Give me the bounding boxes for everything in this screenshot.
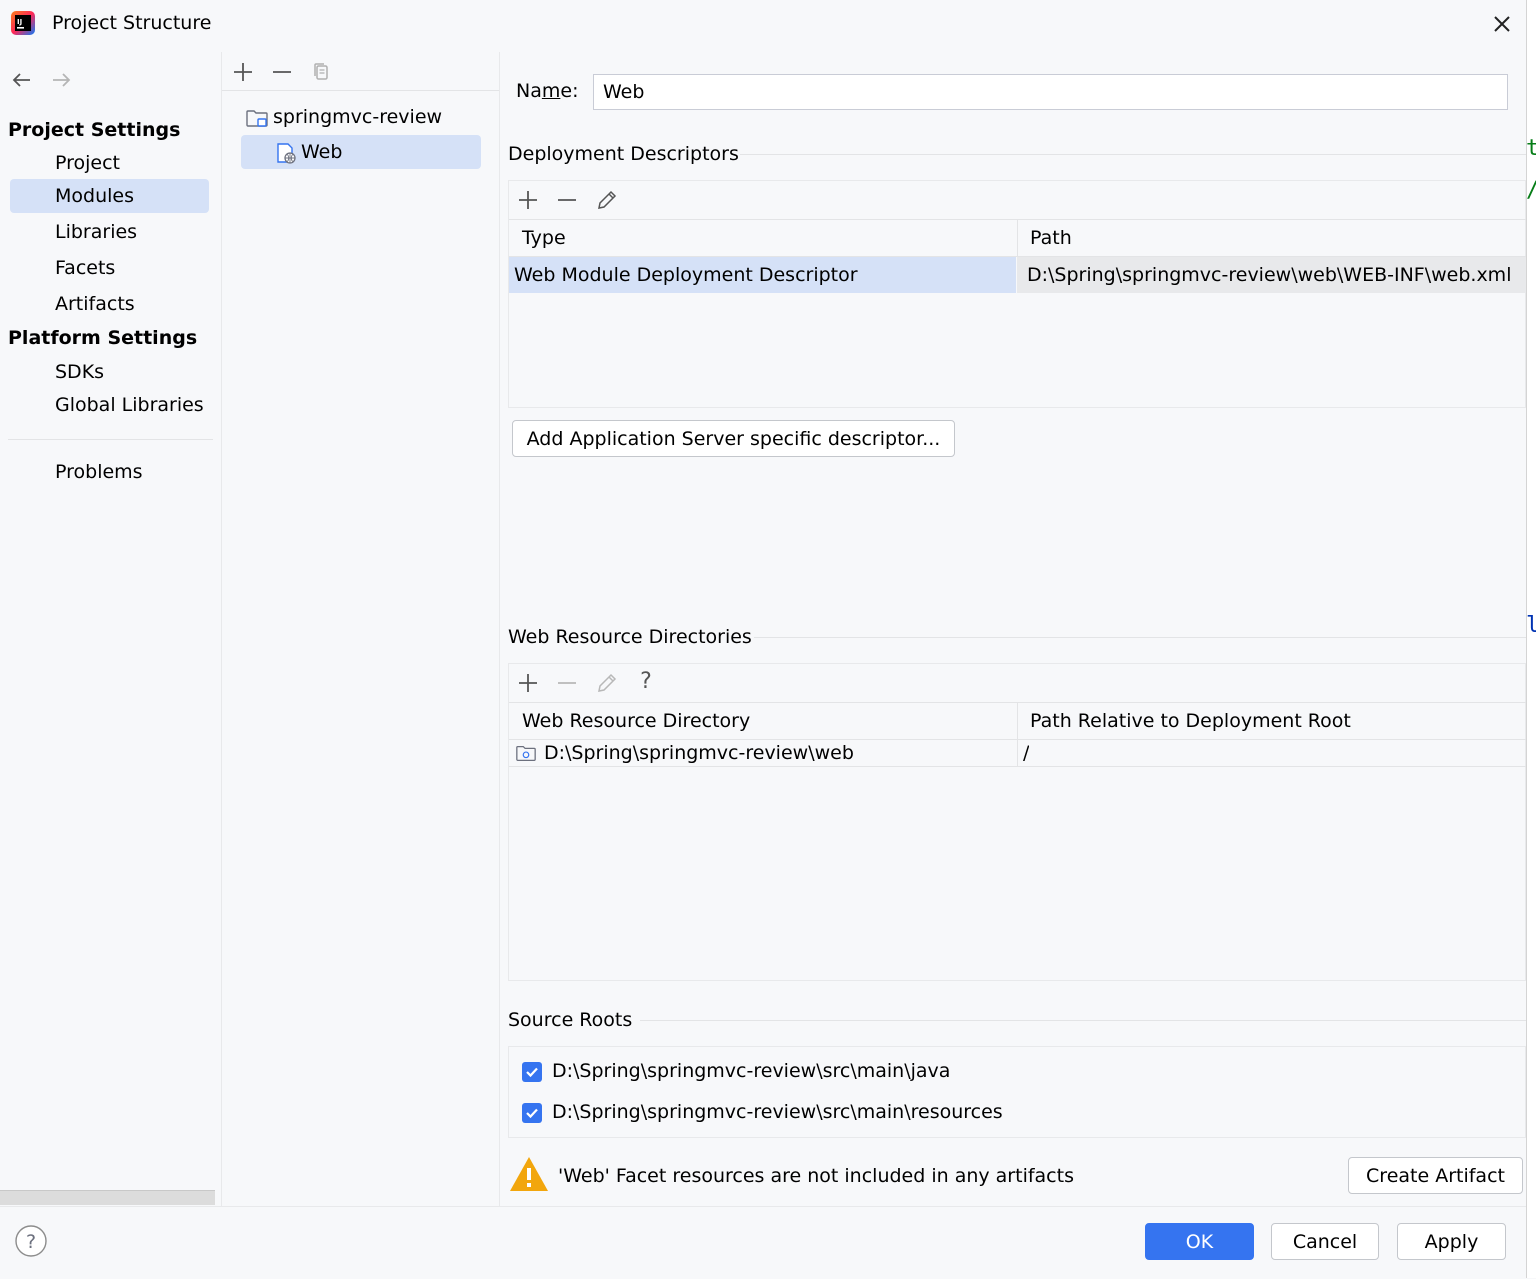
ok-button[interactable]: OK: [1145, 1223, 1254, 1260]
window-title: Project Structure: [52, 12, 212, 34]
tree-item-label: Web: [301, 141, 343, 163]
cell-path: D:\Spring\springmvc-review\web\WEB-INF\w…: [1017, 257, 1526, 293]
nav-divider: [8, 439, 213, 440]
pencil-icon[interactable]: [595, 671, 619, 695]
table-row[interactable]: D:\Spring\springmvc-review\web /: [509, 740, 1526, 767]
tree-item-web[interactable]: Web: [241, 135, 481, 169]
section-divider: [640, 1020, 1526, 1021]
nav-item-project[interactable]: Project: [10, 146, 209, 180]
editor-char: /: [1526, 178, 1536, 203]
apply-button[interactable]: Apply: [1397, 1223, 1506, 1260]
question-icon[interactable]: ?: [14, 1224, 48, 1258]
cancel-button[interactable]: Cancel: [1271, 1223, 1379, 1260]
nav-item-sdks[interactable]: SDKs: [10, 355, 209, 389]
module-folder-icon: [245, 106, 269, 130]
source-root-checkbox[interactable]: [522, 1062, 542, 1082]
plus-icon[interactable]: [516, 188, 540, 212]
tree-toolbar: [222, 52, 499, 91]
minus-icon[interactable]: [555, 188, 579, 212]
plus-icon[interactable]: [231, 60, 255, 84]
create-artifact-button[interactable]: Create Artifact: [1348, 1157, 1523, 1194]
nav-horizontal-scrollbar[interactable]: [0, 1190, 215, 1205]
cell-relative-path: /: [1023, 742, 1030, 764]
editor-char: t: [1526, 136, 1536, 161]
copy-icon[interactable]: [309, 60, 333, 84]
column-header-relative-path[interactable]: Path Relative to Deployment Root: [1018, 702, 1526, 740]
warning-icon: [508, 1155, 550, 1193]
arrow-left-icon[interactable]: [10, 68, 34, 92]
deployment-toolbar: [509, 181, 1526, 220]
close-icon[interactable]: [1490, 12, 1514, 36]
intellij-idea-icon: IJ: [10, 10, 36, 36]
column-header-type[interactable]: Type: [509, 219, 1017, 257]
tree-item-springmvc-review[interactable]: springmvc-review: [241, 100, 481, 134]
source-roots-title: Source Roots: [508, 1009, 633, 1031]
warning-message: 'Web' Facet resources are not included i…: [558, 1165, 1074, 1187]
svg-text:IJ: IJ: [17, 18, 22, 26]
column-header-path[interactable]: Path: [1018, 219, 1526, 257]
minus-icon[interactable]: [555, 671, 579, 695]
name-input[interactable]: [593, 74, 1508, 110]
deployment-descriptors-title: Deployment Descriptors: [508, 143, 739, 165]
add-server-descriptor-button[interactable]: Add Application Server specific descript…: [512, 420, 955, 457]
minus-icon[interactable]: [270, 60, 294, 84]
module-tree-panel: [222, 52, 500, 1206]
nav-item-global-libraries[interactable]: Global Libraries: [10, 388, 209, 422]
source-root-path: D:\Spring\springmvc-review\src\main\java: [552, 1060, 951, 1082]
nav-item-facets[interactable]: Facets: [10, 251, 209, 285]
web-resource-directories-title: Web Resource Directories: [508, 626, 752, 648]
title-bar: [0, 0, 1526, 52]
section-divider: [740, 154, 1526, 155]
svg-text:?: ?: [26, 1231, 36, 1253]
plus-icon[interactable]: [516, 671, 540, 695]
nav-item-problems[interactable]: Problems: [10, 455, 209, 489]
nav-item-artifacts[interactable]: Artifacts: [10, 287, 209, 321]
arrow-right-icon[interactable]: [49, 68, 73, 92]
pencil-icon[interactable]: [595, 188, 619, 212]
web-folder-icon: [515, 742, 537, 764]
web-facet-icon: [274, 141, 298, 165]
name-label: Name:: [516, 80, 579, 102]
platform-settings-heading: Platform Settings: [8, 327, 198, 349]
cell-type: Web Module Deployment Descriptor: [509, 257, 1016, 293]
editor-char: l: [1526, 613, 1536, 638]
project-settings-heading: Project Settings: [8, 119, 181, 141]
source-root-path: D:\Spring\springmvc-review\src\main\reso…: [552, 1101, 1003, 1123]
nav-item-modules[interactable]: Modules: [10, 179, 209, 213]
cell-directory: D:\Spring\springmvc-review\web: [544, 742, 854, 764]
source-root-checkbox[interactable]: [522, 1103, 542, 1123]
web-resource-toolbar: [509, 664, 1526, 703]
tree-item-label: springmvc-review: [273, 106, 443, 128]
nav-item-libraries[interactable]: Libraries: [10, 215, 209, 249]
question-icon[interactable]: ?: [634, 669, 658, 694]
section-divider: [754, 637, 1526, 638]
table-row[interactable]: Web Module Deployment Descriptor D:\Spri…: [509, 257, 1526, 293]
